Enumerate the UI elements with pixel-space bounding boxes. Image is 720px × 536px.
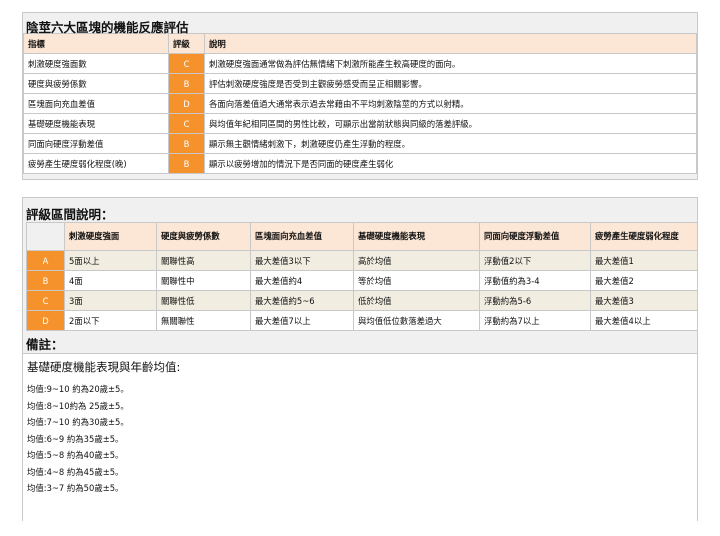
table-cell: 最大差值1 <box>590 250 698 271</box>
table-cell: 關聯性低 <box>156 290 251 311</box>
grade-range-table: 刺激硬度強面 硬度與疲勞係數 區塊面向充血差值 基礎硬度機能表現 同面向硬度浮動… <box>26 222 698 331</box>
notes-title: 備註： <box>26 337 64 352</box>
table-header-row: 指標 評級 說明 <box>23 33 697 54</box>
notes-line: 均值:8~10約為 25歲±5。 <box>27 400 129 411</box>
table-row: B 4面 關聯性中 最大差值約4 等於均值 浮動值約為3-4 最大差值2 <box>26 270 698 291</box>
table-cell: 浮動約為5-6 <box>479 290 591 311</box>
header-basic-function: 基礎硬度機能表現 <box>353 222 480 251</box>
notes-line: 均值:4~8 約為45歲±5。 <box>27 466 124 477</box>
notes-line: 均值:9~10 約為20歲±5。 <box>27 384 129 394</box>
header-blank <box>26 222 65 251</box>
table-cell: 最大差值4以上 <box>590 310 698 331</box>
table-header-row: 刺激硬度強面 硬度與疲勞係數 區塊面向充血差值 基礎硬度機能表現 同面向硬度浮動… <box>26 222 698 251</box>
table-cell: 最大差值3 <box>590 290 698 311</box>
table-cell: 最大差值約4 <box>250 270 354 291</box>
notes-line: 均值:5~8 約為40歲±5。 <box>27 450 124 460</box>
table-cell: 2面以下 <box>64 310 157 331</box>
table-row: D 2面以下 無關聯性 最大差值7以上 與均值低位數落差過大 浮動約為7以上 最… <box>26 310 698 331</box>
header-float-diff: 同面向硬度浮動差值 <box>479 222 591 251</box>
header-stim-hardness: 刺激硬度強面 <box>64 222 157 251</box>
description-cell: 評估刺激硬度強度是否受到主觀疲勞感受而呈正相關影響。 <box>204 73 697 94</box>
notes-heading: 基礎硬度機能表現與年齡均值: <box>27 360 181 374</box>
table-cell: 浮動值約為3-4 <box>479 270 591 291</box>
table-cell: 與均值低位數落差過大 <box>353 310 480 331</box>
table-row: 基礎硬度機能表現 C 與均值年紀相同區間的男性比較，可顯示出當前狀態與同級的落差… <box>23 113 697 134</box>
indicator-cell: 基礎硬度機能表現 <box>23 113 169 134</box>
header-indicator: 指標 <box>23 33 169 54</box>
grade-badge: A <box>26 250 65 271</box>
description-cell: 刺激硬度強面通常做為評估無情緒下刺激所能產生較高硬度的面向。 <box>204 53 697 74</box>
description-cell: 各面向落差值過大通常表示過去常藉由不平均刺激陰莖的方式以射精。 <box>204 93 697 114</box>
table-cell: 3面 <box>64 290 157 311</box>
grade-badge: C <box>168 53 205 74</box>
grade-badge: C <box>26 290 65 311</box>
function-assessment-panel: 陰莖六大區塊的機能反應評估 指標 評級 說明 刺激硬度強面數 C 刺激硬度強面通… <box>22 12 698 180</box>
table-cell: 4面 <box>64 270 157 291</box>
grade-badge: B <box>168 133 205 154</box>
header-grade: 評級 <box>168 33 205 54</box>
notes-line: 均值:3~7 約為50歲±5。 <box>27 483 124 493</box>
grade-badge: B <box>26 270 65 291</box>
grade-badge: D <box>168 93 205 114</box>
table-row: 疲勞產生硬度弱化程度(晚) B 顯示以疲勞增加的情況下是否同面的硬度產生弱化 <box>23 153 697 174</box>
table-row: 同面向硬度浮動差值 B 顯示無主觀情緒刺激下，刺激硬度仍產生浮動的程度。 <box>23 133 697 154</box>
table-cell: 最大差值7以上 <box>250 310 354 331</box>
description-cell: 與均值年紀相同區間的男性比較，可顯示出當前狀態與同級的落差評級。 <box>204 113 697 134</box>
notes-line: 均值:7~10 約為30歲±5。 <box>27 417 129 427</box>
table-cell: 關聯性高 <box>156 250 251 271</box>
grade-badge: D <box>26 310 65 331</box>
indicator-cell: 硬度與疲勞係數 <box>23 73 169 94</box>
grade-badge: C <box>168 113 205 134</box>
table-cell: 低於均值 <box>353 290 480 311</box>
panel-title: 評級區間說明： <box>26 207 114 222</box>
header-congestion-diff: 區塊面向充血差值 <box>250 222 354 251</box>
grade-badge: B <box>168 153 205 174</box>
table-cell: 無關聯性 <box>156 310 251 331</box>
table-cell: 最大差值3以下 <box>250 250 354 271</box>
table-row: 硬度與疲勞係數 B 評估刺激硬度強度是否受到主觀疲勞感受而呈正相關影響。 <box>23 73 697 94</box>
indicator-cell: 區塊面向充血差值 <box>23 93 169 114</box>
table-cell: 浮動約為7以上 <box>479 310 591 331</box>
table-cell: 浮動值2以下 <box>479 250 591 271</box>
table-cell: 等於均值 <box>353 270 480 291</box>
indicator-cell: 刺激硬度強面數 <box>23 53 169 74</box>
header-fatigue-weakening: 疲勞產生硬度弱化程度 <box>590 222 698 251</box>
table-cell: 最大差值2 <box>590 270 698 291</box>
table-cell: 最大差值約5~6 <box>250 290 354 311</box>
description-cell: 顯示無主觀情緒刺激下，刺激硬度仍產生浮動的程度。 <box>204 133 697 154</box>
table-row: A 5面以上 關聯性高 最大差值3以下 高於均值 浮動值2以下 最大差值1 <box>26 250 698 271</box>
header-description: 說明 <box>204 33 697 54</box>
notes-line: 均值:6~9 約為35歲±5。 <box>27 433 124 444</box>
table-cell: 高於均值 <box>353 250 480 271</box>
grade-range-panel: 評級區間說明： 刺激硬度強面 硬度與疲勞係數 區塊面向充血差值 基礎硬度機能表現… <box>22 197 698 521</box>
header-hardness-fatigue: 硬度與疲勞係數 <box>156 222 251 251</box>
indicator-cell: 疲勞產生硬度弱化程度(晚) <box>23 153 169 174</box>
description-cell: 顯示以疲勞增加的情況下是否同面的硬度產生弱化 <box>204 153 697 174</box>
grade-badge: B <box>168 73 205 94</box>
indicator-cell: 同面向硬度浮動差值 <box>23 133 169 154</box>
notes-section: 基礎硬度機能表現與年齡均值: 均值:9~10 約為20歲±5。 均值:8~10約… <box>23 353 697 521</box>
table-row: 刺激硬度強面數 C 刺激硬度強面通常做為評估無情緒下刺激所能產生較高硬度的面向。 <box>23 53 697 74</box>
table-cell: 關聯性中 <box>156 270 251 291</box>
table-row: C 3面 關聯性低 最大差值約5~6 低於均值 浮動約為5-6 最大差值3 <box>26 290 698 311</box>
table-cell: 5面以上 <box>64 250 157 271</box>
table-row: 區塊面向充血差值 D 各面向落差值過大通常表示過去常藉由不平均刺激陰莖的方式以射… <box>23 93 697 114</box>
assessment-table: 指標 評級 說明 刺激硬度強面數 C 刺激硬度強面通常做為評估無情緒下刺激所能產… <box>23 33 697 174</box>
panel-title: 陰莖六大區塊的機能反應評估 <box>26 20 189 35</box>
